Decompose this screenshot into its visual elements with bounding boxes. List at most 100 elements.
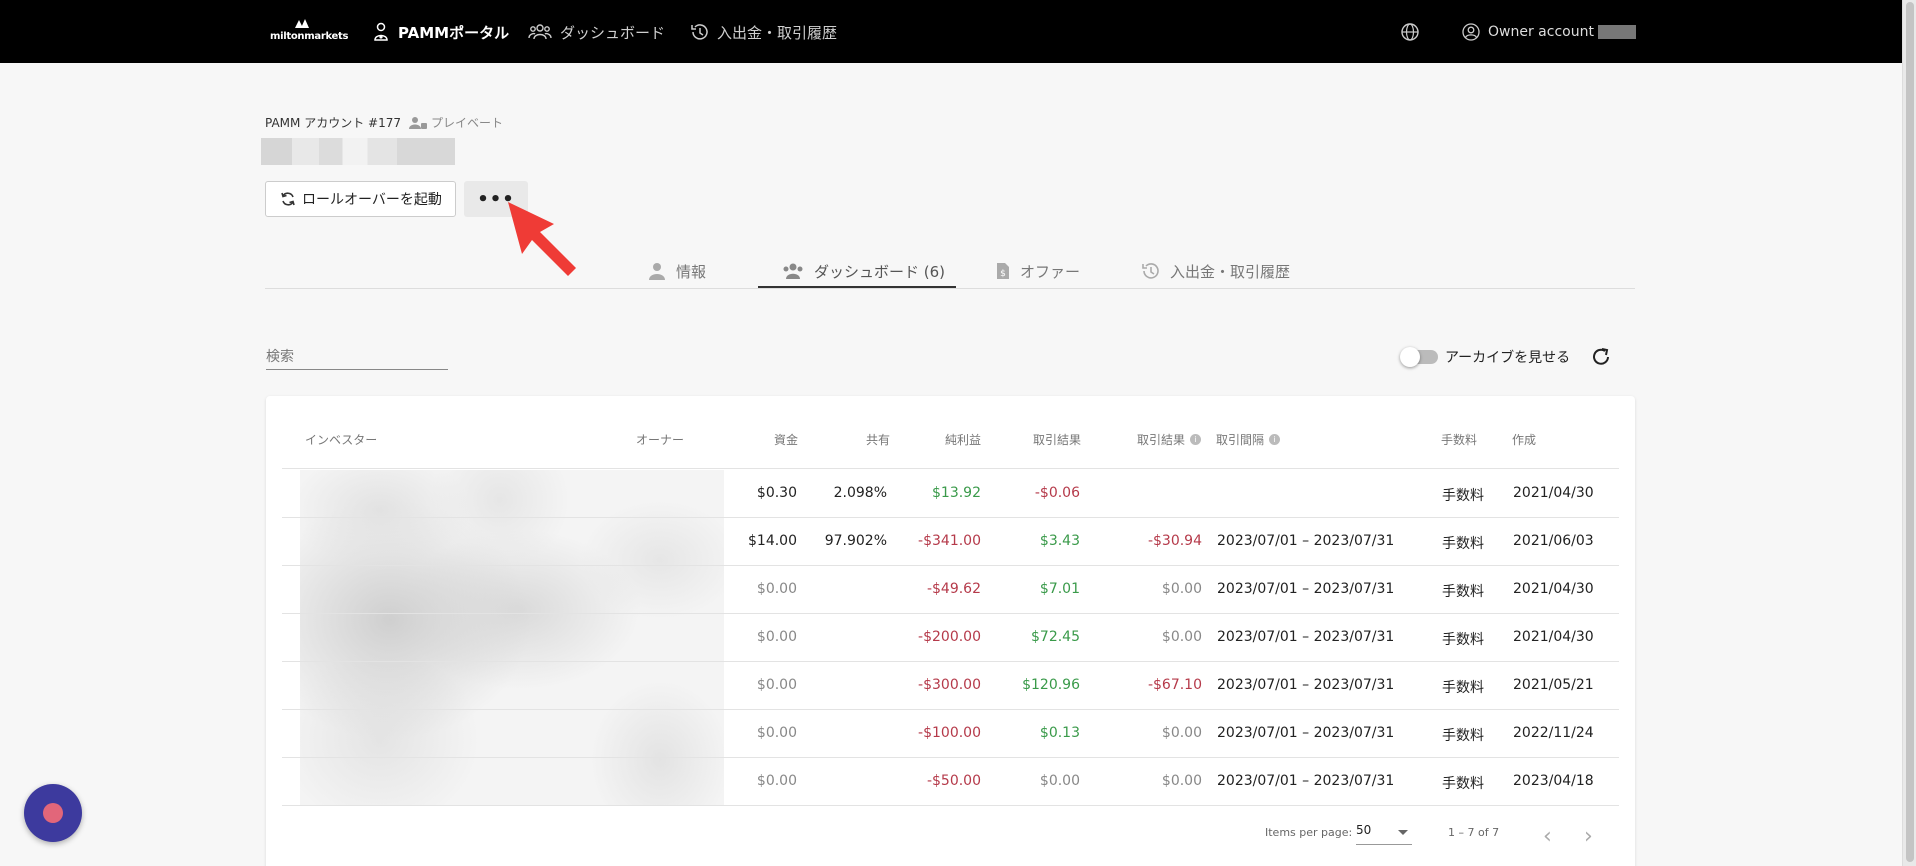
table-row-divider [282, 709, 1619, 710]
info-icon[interactable]: i [1269, 434, 1281, 445]
toggle-knob [1400, 347, 1420, 367]
cell-funds: $0.00 [756, 581, 797, 597]
pamm-portal-icon [374, 22, 388, 41]
cell-result2: $0.00 [1161, 581, 1202, 597]
page-range: 1 – 7 of 7 [1448, 826, 1500, 839]
tab-offers[interactable]: $ オファー [996, 254, 1080, 288]
cell-created: 2021/04/30 [1513, 629, 1594, 645]
cell-result2: $0.00 [1161, 629, 1202, 645]
cell-funds: $0.00 [756, 725, 797, 741]
page-scrollbar[interactable] [1902, 0, 1916, 866]
cell-net: -$49.62 [926, 581, 981, 597]
cell-funds: $14.00 [748, 533, 797, 549]
info-icon[interactable]: i [1190, 434, 1202, 445]
nav-dashboard[interactable]: ダッシュボード [528, 19, 665, 45]
cell-share: 2.098% [833, 485, 887, 501]
nav-pamm-portal-label: PAMMポータル [398, 23, 510, 42]
cell-result: $120.96 [1022, 677, 1080, 693]
tab-dashboard[interactable]: ダッシュボード (6) [782, 254, 945, 288]
cell-result: $0.13 [1039, 725, 1080, 741]
nav-pamm-portal[interactable]: PAMMポータル [372, 19, 509, 45]
nav-history-label: 入出金・取引履歴 [717, 23, 838, 42]
cell-period: 2023/07/01 – 2023/07/31 [1217, 773, 1395, 789]
items-per-page-select[interactable]: 50 [1356, 823, 1412, 845]
cell-fee: 手数料 [1442, 776, 1484, 792]
start-rollover-label: ロールオーバーを起動 [302, 192, 442, 208]
next-page-button[interactable]: › [1584, 824, 1593, 849]
table-row-divider [282, 757, 1619, 758]
start-rollover-button[interactable]: ロールオーバーを起動 [265, 181, 456, 217]
cell-period: 2023/07/01 – 2023/07/31 [1217, 629, 1395, 645]
cell-funds: $0.00 [756, 773, 797, 789]
header-fee[interactable]: 手数料 [1441, 431, 1477, 448]
tab-dashboard-label: ダッシュボード (6) [814, 262, 946, 281]
table-row-divider [282, 613, 1619, 614]
owner-id-redacted [1597, 25, 1636, 39]
archive-toggle[interactable] [1400, 347, 1438, 367]
cell-result2: -$30.94 [1147, 533, 1202, 549]
cell-result: $3.43 [1039, 533, 1080, 549]
cell-created: 2021/04/30 [1513, 581, 1594, 597]
cell-created: 2021/05/21 [1513, 677, 1594, 693]
cell-created: 2021/06/03 [1513, 533, 1594, 549]
document-dollar-icon: $ [997, 263, 1009, 279]
items-per-page-label: Items per page: [1265, 826, 1353, 839]
group-icon [783, 263, 803, 279]
cell-funds: $0.00 [756, 629, 797, 645]
cell-period: 2023/07/01 – 2023/07/31 [1217, 581, 1395, 597]
chevron-down-icon [1398, 830, 1408, 835]
table-row-divider [282, 661, 1619, 662]
tab-history[interactable]: 入出金・取引履歴 [1140, 254, 1290, 288]
header-trade-result-detail[interactable]: 取引結果 i [1137, 431, 1202, 448]
miltonmarkets-logo[interactable]: miltonmarkets [270, 18, 348, 44]
archive-toggle-label: アーカイブを見せる [1445, 350, 1571, 366]
header-trade-period-label: 取引間隔 [1216, 433, 1265, 447]
cell-result: $0.00 [1039, 773, 1080, 789]
cell-net: -$200.00 [918, 629, 981, 645]
account-title: PAMM アカウント #177 [265, 116, 401, 130]
scrollbar-thumb[interactable] [1906, 2, 1914, 862]
chat-icon [43, 803, 63, 823]
private-user-icon [408, 116, 427, 129]
previous-page-button[interactable]: ‹ [1543, 824, 1552, 849]
cell-fee: 手数料 [1442, 536, 1484, 552]
sync-icon [281, 192, 295, 206]
nav-history[interactable]: 入出金・取引履歴 [689, 19, 837, 45]
header-trade-result[interactable]: 取引結果 [1033, 431, 1081, 448]
table-row-divider [282, 565, 1619, 566]
cell-net: -$341.00 [918, 533, 981, 549]
tab-offers-label: オファー [1020, 262, 1081, 281]
chat-widget-button[interactable] [24, 784, 82, 842]
refresh-icon[interactable] [1590, 346, 1612, 368]
cell-result: -$0.06 [1034, 485, 1080, 501]
account-name-redacted [261, 138, 455, 165]
header-net-profit[interactable]: 純利益 [945, 431, 981, 448]
annotation-arrow-icon [508, 202, 576, 276]
cell-net: -$300.00 [918, 677, 981, 693]
svg-text:$: $ [1000, 269, 1006, 279]
items-per-page-value: 50 [1356, 823, 1372, 837]
cell-created: 2023/04/18 [1513, 773, 1594, 789]
owner-account-menu[interactable]: Owner account [1462, 19, 1636, 45]
header-investor[interactable]: インベスター [305, 431, 377, 448]
tab-info-label: 情報 [676, 262, 707, 281]
cell-result2: $0.00 [1161, 773, 1202, 789]
header-share[interactable]: 共有 [866, 431, 890, 448]
header-funds[interactable]: 資金 [774, 431, 798, 448]
cell-share: 97.902% [824, 533, 887, 549]
tab-info[interactable]: 情報 [648, 254, 706, 288]
cell-funds: $0.30 [756, 485, 797, 501]
cell-fee: 手数料 [1442, 728, 1484, 744]
cell-period: 2023/07/01 – 2023/07/31 [1217, 677, 1395, 693]
tab-history-label: 入出金・取引履歴 [1170, 262, 1291, 281]
logo-mark-icon [295, 19, 309, 28]
cell-created: 2021/04/30 [1513, 485, 1594, 501]
globe-icon[interactable] [1400, 22, 1420, 42]
cell-fee: 手数料 [1442, 680, 1484, 696]
header-created[interactable]: 作成 [1512, 431, 1536, 448]
search-input[interactable] [266, 344, 448, 370]
header-owner[interactable]: オーナー [636, 431, 684, 448]
cell-fee: 手数料 [1442, 488, 1484, 504]
privacy-badge: プレイベート [408, 114, 503, 131]
header-trade-period[interactable]: 取引間隔 i [1216, 431, 1281, 448]
